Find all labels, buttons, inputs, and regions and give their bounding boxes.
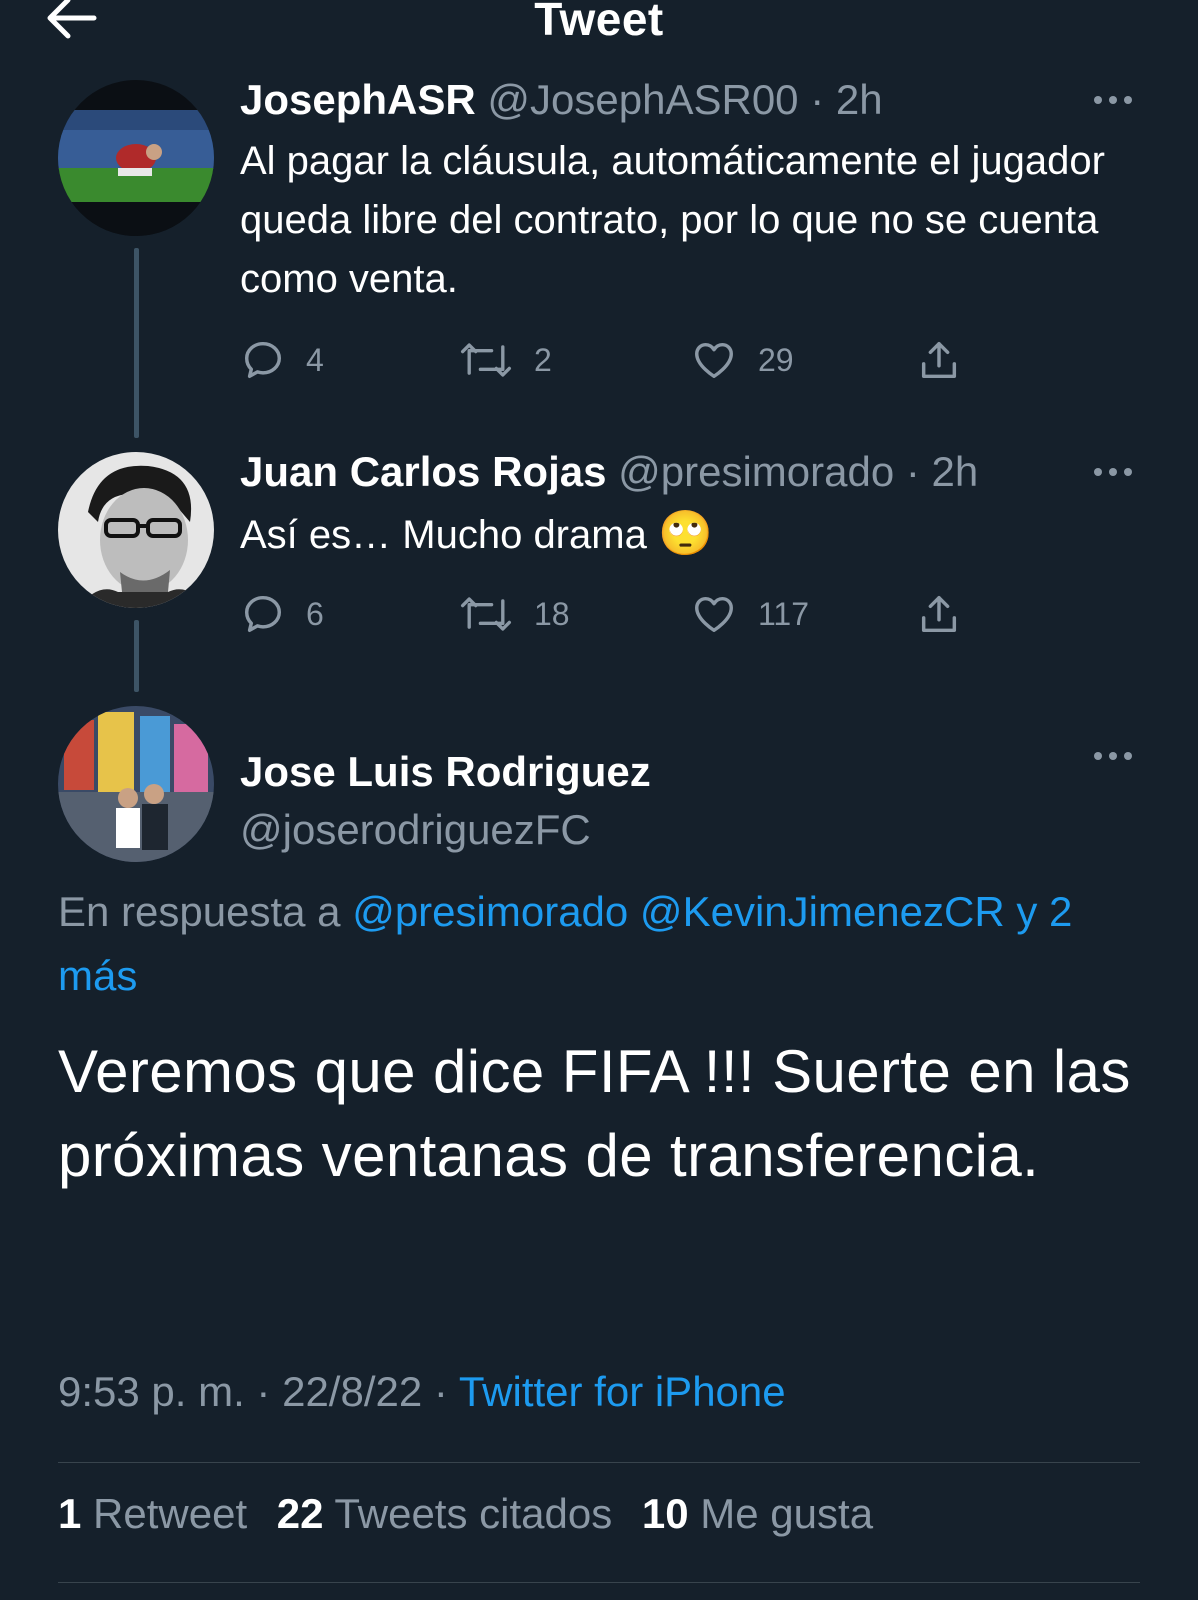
- thread-connector: [134, 248, 139, 438]
- separator-dot: ·: [422, 1368, 459, 1415]
- likes-stat[interactable]: 10 Me gusta: [642, 1490, 873, 1537]
- more-dots-icon: [1094, 468, 1132, 476]
- tweet-text: Al pagar la cláusula, automáticamente el…: [240, 139, 1105, 301]
- retweet-icon: [460, 597, 512, 631]
- avatar-photo: [58, 80, 214, 236]
- retweets-label: Retweet: [93, 1490, 248, 1537]
- divider: [58, 1462, 1140, 1463]
- likes-count: 10: [641, 1490, 689, 1537]
- tweet-actions: 4 2 29: [240, 332, 1000, 388]
- more-options-button[interactable]: [1090, 746, 1136, 766]
- tweet-meta: 9:53 p. m. · 22/8/22 · Twitter for iPhon…: [58, 1368, 786, 1416]
- avatar-photo: [58, 706, 214, 862]
- author-handle[interactable]: @JosephASR00: [487, 76, 798, 123]
- avatar[interactable]: [58, 706, 214, 862]
- avatar[interactable]: [58, 80, 214, 236]
- avatar[interactable]: [58, 452, 214, 608]
- top-bar: Tweet: [0, 0, 1198, 45]
- more-options-button[interactable]: [1090, 462, 1136, 482]
- author-name[interactable]: Jose Luis Rodriguez: [240, 748, 651, 796]
- reply-button[interactable]: 4: [240, 332, 324, 388]
- retweets-count: 1: [58, 1490, 82, 1537]
- author-name[interactable]: Juan Carlos Rojas: [240, 448, 606, 495]
- tweet-date[interactable]: 22/8/22: [282, 1368, 422, 1415]
- heart-icon: [695, 596, 733, 633]
- share-button[interactable]: [916, 332, 962, 388]
- reply-button[interactable]: 6: [240, 586, 324, 642]
- share-icon: [921, 595, 957, 633]
- divider: [58, 1582, 1140, 1583]
- tweet-source-link[interactable]: Twitter for iPhone: [459, 1368, 786, 1415]
- reply-count: 6: [306, 595, 324, 632]
- avatar-photo: [58, 452, 214, 608]
- tweet-text: Así es… Mucho drama 🙄: [240, 504, 1140, 565]
- eye-roll-emoji-icon: 🙄: [657, 509, 713, 558]
- retweets-stat[interactable]: 1 Retweet: [58, 1490, 247, 1537]
- retweet-button[interactable]: 18: [458, 586, 570, 642]
- tweet-stats: 1 Retweet 22 Tweets citados 10 Me gusta: [58, 1490, 891, 1538]
- tweet-time: 2h: [835, 76, 883, 123]
- reply-icon: [244, 595, 282, 633]
- separator-dot: ·: [244, 1368, 283, 1415]
- author-name[interactable]: JosephASR: [240, 76, 476, 123]
- quote-tweets-count: 22: [276, 1490, 324, 1537]
- reply-icon: [244, 341, 282, 379]
- tweet-actions: 6 18 117: [240, 586, 1000, 642]
- separator-dot: ·: [905, 448, 932, 495]
- share-button[interactable]: [916, 586, 962, 642]
- more-options-button[interactable]: [1090, 90, 1136, 110]
- likes-label: Me gusta: [700, 1490, 874, 1537]
- reply-prefix: En respuesta a: [58, 888, 341, 935]
- tweet-time[interactable]: 9:53 p. m.: [58, 1368, 245, 1415]
- author-handle[interactable]: @joserodriguezFC: [240, 806, 591, 854]
- like-button[interactable]: 117: [690, 586, 809, 642]
- tweet-time: 2h: [931, 448, 979, 495]
- reply-count: 4: [306, 341, 324, 378]
- retweet-button[interactable]: 2: [458, 332, 552, 388]
- author-handle[interactable]: @presimorado: [618, 448, 894, 495]
- like-button[interactable]: 29: [690, 332, 794, 388]
- tweet-text: Veremos que dice FIFA !!! Suerte en las …: [58, 1038, 1131, 1189]
- tweet-text-content: Así es… Mucho drama: [240, 513, 647, 557]
- page-title: Tweet: [534, 0, 664, 45]
- like-count: 117: [758, 595, 810, 632]
- tweet-header: Juan Carlos Rojas @presimorado · 2h: [240, 448, 978, 496]
- more-dots-icon: [1094, 96, 1132, 104]
- retweet-count: 2: [534, 341, 552, 378]
- quote-tweets-stat[interactable]: 22 Tweets citados: [277, 1490, 612, 1537]
- quote-tweets-label: Tweets citados: [334, 1490, 613, 1537]
- heart-icon: [695, 342, 733, 379]
- reply-context: En respuesta a @presimorado @KevinJimene…: [58, 880, 1148, 1008]
- thread-connector: [134, 620, 139, 692]
- retweet-count: 18: [534, 595, 570, 632]
- share-icon: [921, 341, 957, 379]
- like-count: 29: [758, 341, 794, 378]
- retweet-icon: [460, 343, 512, 377]
- separator-dot: ·: [810, 76, 836, 123]
- more-dots-icon: [1094, 752, 1132, 760]
- tweet-header: JosephASR @JosephASR00 · 2h: [240, 76, 883, 124]
